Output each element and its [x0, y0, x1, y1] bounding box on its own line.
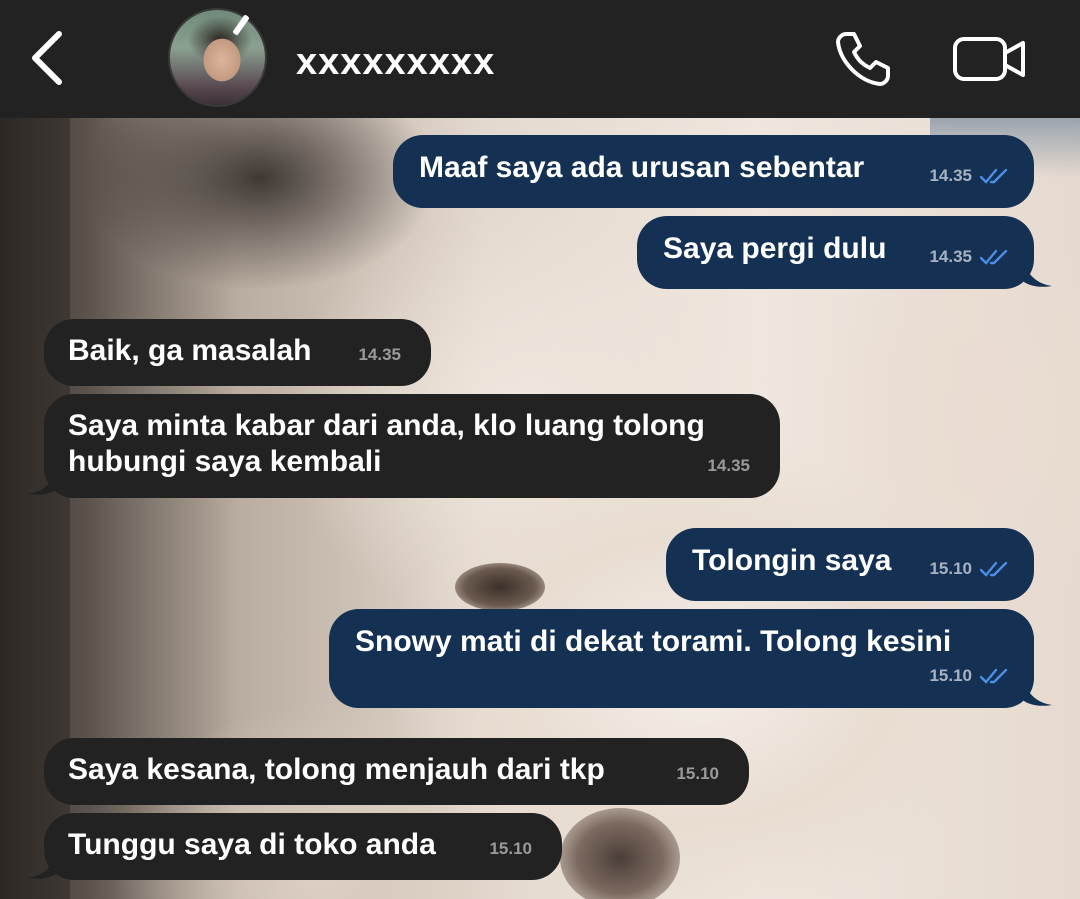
- message-time: 15.10: [929, 666, 972, 685]
- chevron-left-icon: [32, 31, 62, 85]
- message-time: 15.10: [489, 839, 532, 858]
- wallpaper-dog-eye: [455, 563, 545, 611]
- message-text: Snowy mati di dekat torami. Tolong kesin…: [355, 625, 952, 658]
- message-text: Tolongin saya: [692, 544, 892, 577]
- read-ticks-icon: [980, 249, 1008, 265]
- message-text-line: Saya minta kabar dari anda, klo luang to…: [68, 409, 705, 442]
- message-text-line: hubungi saya kembali: [68, 445, 382, 478]
- message-bubble-outgoing[interactable]: Tolongin saya 15.10: [666, 528, 1034, 601]
- message-bubble-outgoing[interactable]: Snowy mati di dekat torami. Tolong kesin…: [329, 609, 1034, 708]
- message-bubble-outgoing[interactable]: Saya pergi dulu 14.35: [637, 216, 1034, 289]
- message-time: 14.35: [929, 166, 972, 185]
- call-button[interactable]: [832, 28, 894, 90]
- message-bubble-incoming[interactable]: Tunggu saya di toko anda 15.10: [44, 813, 562, 880]
- message-meta: 14.35: [358, 337, 401, 373]
- message-meta: 15.10: [929, 658, 1010, 694]
- message-meta: 15.10: [489, 831, 532, 867]
- message-text: Tunggu saya di toko anda: [68, 828, 436, 861]
- bubble-tail: [28, 470, 56, 495]
- message-time: 14.35: [929, 247, 972, 266]
- wallpaper-dog-nose: [560, 808, 680, 899]
- message-meta: 14.35: [929, 239, 1010, 275]
- message-meta: 14.35: [707, 448, 750, 484]
- avatar[interactable]: [168, 8, 267, 107]
- chat-header: xxxxxxxxx: [0, 0, 1080, 118]
- bubble-tail: [1024, 681, 1052, 706]
- message-meta: 15.10: [676, 756, 719, 792]
- message-meta: 15.10: [929, 551, 1010, 587]
- message-bubble-incoming[interactable]: Saya kesana, tolong menjauh dari tkp 15.…: [44, 738, 749, 805]
- message-meta: 14.35: [929, 158, 1010, 194]
- video-camera-icon: [953, 37, 1025, 81]
- phone-icon: [836, 32, 890, 86]
- read-ticks-icon: [980, 668, 1008, 684]
- read-ticks-icon: [980, 168, 1008, 184]
- message-text: Baik, ga masalah: [68, 334, 312, 367]
- message-text: Saya kesana, tolong menjauh dari tkp: [68, 753, 605, 786]
- message-time: 14.35: [707, 456, 750, 475]
- contact-name[interactable]: xxxxxxxxx: [296, 40, 495, 84]
- message-bubble-incoming[interactable]: Baik, ga masalah 14.35: [44, 319, 431, 386]
- back-button[interactable]: [22, 30, 72, 86]
- bubble-tail: [28, 854, 56, 879]
- read-ticks-icon: [980, 561, 1008, 577]
- bubble-tail: [1024, 262, 1052, 287]
- video-call-button[interactable]: [952, 34, 1028, 84]
- message-time: 14.35: [358, 345, 401, 364]
- message-time: 15.10: [929, 559, 972, 578]
- message-bubble-outgoing[interactable]: Maaf saya ada urusan sebentar 14.35: [393, 135, 1034, 208]
- message-bubble-incoming[interactable]: Saya minta kabar dari anda, klo luang to…: [44, 394, 780, 498]
- message-time: 15.10: [676, 764, 719, 783]
- message-text: Saya pergi dulu: [663, 232, 887, 265]
- message-text: Maaf saya ada urusan sebentar: [419, 151, 865, 184]
